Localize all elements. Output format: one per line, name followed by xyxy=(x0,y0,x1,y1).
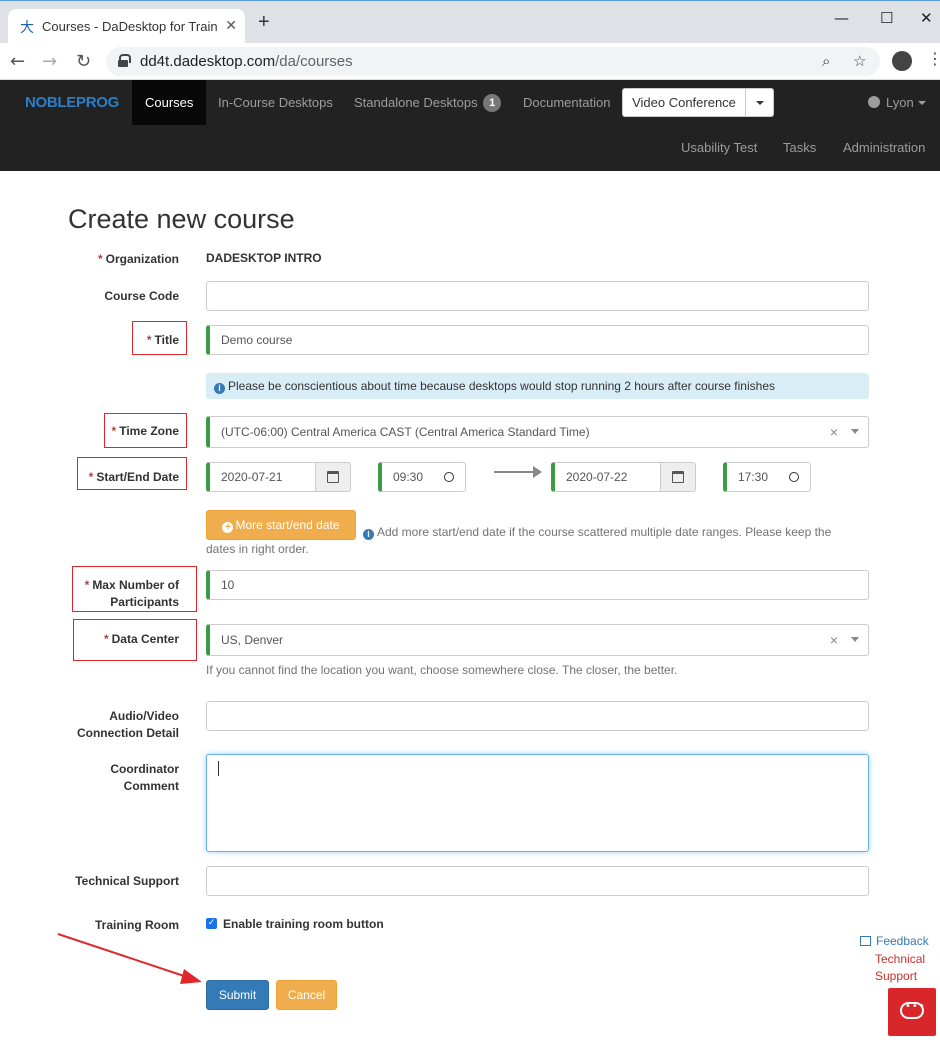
time-info-alert: i Please be conscientious about time beca… xyxy=(206,373,869,399)
brand-logo[interactable]: NOBLEPROG xyxy=(25,94,119,111)
end-time-input[interactable]: 17:30 xyxy=(723,462,811,492)
end-date-calendar-button[interactable] xyxy=(660,462,696,492)
clock-icon xyxy=(789,472,799,482)
user-icon xyxy=(868,96,880,108)
nav-usability-test[interactable]: Usability Test xyxy=(681,125,757,171)
training-room-checkbox-label[interactable]: Enable training room button xyxy=(223,917,384,931)
bookmark-star-icon[interactable]: ☆ xyxy=(853,52,866,70)
datacenter-select[interactable]: US, Denver × xyxy=(206,624,869,656)
video-conference-dropdown-toggle[interactable] xyxy=(745,88,774,117)
info-text: Please be conscientious about time becau… xyxy=(228,379,775,393)
video-conference-button[interactable]: Video Conference xyxy=(622,88,746,117)
chevron-down-icon[interactable] xyxy=(851,429,859,434)
nav-documentation[interactable]: Documentation xyxy=(510,80,623,125)
course-code-label: Course Code xyxy=(104,289,179,303)
coordinator-comment-textarea[interactable] xyxy=(206,754,869,852)
title-label: * Title xyxy=(146,333,179,347)
text-cursor xyxy=(218,761,219,776)
nav-in-course-desktops[interactable]: In-Course Desktops xyxy=(205,80,346,125)
datacenter-label: * Data Center xyxy=(103,632,179,646)
back-icon[interactable]: ← xyxy=(10,51,25,72)
more-dates-button[interactable]: + More start/end date xyxy=(206,510,356,540)
favicon-icon: 大 xyxy=(20,20,34,36)
technical-support-link[interactable]: Technical Support xyxy=(875,951,935,985)
external-link-icon xyxy=(860,936,871,946)
maximize-icon[interactable]: ☐ xyxy=(880,9,893,27)
calendar-icon xyxy=(672,471,684,483)
user-name: Lyon xyxy=(886,95,914,110)
desktop-count-badge: 1 xyxy=(483,94,502,112)
av-connection-input[interactable] xyxy=(206,701,869,731)
timezone-select[interactable]: (UTC-06:00) Central America CAST (Centra… xyxy=(206,416,869,448)
plus-icon: + xyxy=(222,522,234,533)
start-time-input[interactable]: 09:30 xyxy=(378,462,466,492)
minimize-icon[interactable]: — xyxy=(834,9,849,27)
technical-support-input[interactable] xyxy=(206,866,869,896)
user-menu[interactable]: Lyon xyxy=(868,80,926,125)
coordinator-comment-label: Coordinator Comment xyxy=(110,762,179,793)
info-icon: i xyxy=(363,529,374,540)
forward-icon[interactable]: → xyxy=(42,51,57,72)
nav-standalone-label: Standalone Desktops xyxy=(354,95,478,110)
feedback-link[interactable]: Feedback xyxy=(860,934,929,948)
course-code-input[interactable] xyxy=(206,281,869,311)
startend-label: * Start/End Date xyxy=(88,470,179,484)
datacenter-help: If you cannot find the location you want… xyxy=(206,663,678,677)
nav-administration[interactable]: Administration xyxy=(843,125,925,171)
timezone-value: (UTC-06:00) Central America CAST (Centra… xyxy=(221,425,590,439)
clock-icon xyxy=(444,472,454,482)
max-participants-input[interactable]: 10 xyxy=(206,570,869,600)
new-tab-icon[interactable]: + xyxy=(258,12,270,32)
datacenter-value: US, Denver xyxy=(221,633,284,647)
address-bar: ← → ↻ dd4t.dadesktop.com/da/courses ⌕ ☆ … xyxy=(0,43,940,80)
chevron-down-icon xyxy=(917,101,926,105)
max-participants-label: * Max Number of Participants xyxy=(84,578,179,609)
reload-icon[interactable]: ↻ xyxy=(76,51,91,72)
tab-title: Courses - DaDesktop for Train xyxy=(42,19,218,34)
profile-avatar-icon[interactable] xyxy=(892,51,912,71)
info-icon: i xyxy=(214,383,225,394)
start-date-input[interactable]: 2020-07-21 xyxy=(206,462,318,492)
chat-bubble-icon xyxy=(900,1001,926,1019)
chevron-down-icon[interactable] xyxy=(851,637,859,642)
end-date-input[interactable]: 2020-07-22 xyxy=(551,462,663,492)
organization-value: DADESKTOP INTRO xyxy=(206,251,322,265)
organization-label: * Organization xyxy=(97,252,179,266)
close-icon[interactable]: ✕ xyxy=(225,17,237,34)
window-close-icon[interactable]: ✕ xyxy=(920,9,933,27)
nav-courses[interactable]: Courses xyxy=(132,80,207,125)
more-dates-help: i Add more start/end date if the course s… xyxy=(363,524,831,541)
timezone-label: * Time Zone xyxy=(111,424,179,438)
more-dates-help-cont: dates in right order. xyxy=(206,542,309,556)
browser-tabbar: 大 Courses - DaDesktop for Train ✕ + — ☐ … xyxy=(0,0,940,44)
zoom-icon[interactable]: ⌕ xyxy=(822,52,830,70)
title-input[interactable]: Demo course xyxy=(206,325,869,355)
url-text: dd4t.dadesktop.com/da/courses xyxy=(140,53,353,70)
nav-tasks[interactable]: Tasks xyxy=(783,125,816,171)
page-title: Create new course xyxy=(68,204,295,234)
cancel-button[interactable]: Cancel xyxy=(276,980,337,1010)
nav-standalone-desktops[interactable]: Standalone Desktops 1 xyxy=(341,80,514,125)
technical-support-label: Technical Support xyxy=(75,874,179,888)
range-arrow-icon xyxy=(494,466,542,478)
clear-icon[interactable]: × xyxy=(830,625,838,655)
start-date-calendar-button[interactable] xyxy=(315,462,351,492)
browser-tab[interactable]: 大 Courses - DaDesktop for Train ✕ xyxy=(8,9,245,44)
browser-menu-icon[interactable]: ⋮ xyxy=(927,49,940,68)
av-connection-label: Audio/Video Connection Detail xyxy=(76,709,179,740)
lock-icon xyxy=(118,54,131,67)
calendar-icon xyxy=(327,471,339,483)
url-bar[interactable]: dd4t.dadesktop.com/da/courses ⌕ ☆ xyxy=(106,47,880,76)
submit-button[interactable]: Submit xyxy=(206,980,269,1010)
training-room-label: Training Room xyxy=(95,918,179,932)
training-room-checkbox[interactable]: ✓ xyxy=(206,918,217,929)
clear-icon[interactable]: × xyxy=(830,417,838,447)
chat-button[interactable] xyxy=(888,988,936,1036)
app-navbar: NOBLEPROG Courses In-Course Desktops Sta… xyxy=(0,80,940,171)
